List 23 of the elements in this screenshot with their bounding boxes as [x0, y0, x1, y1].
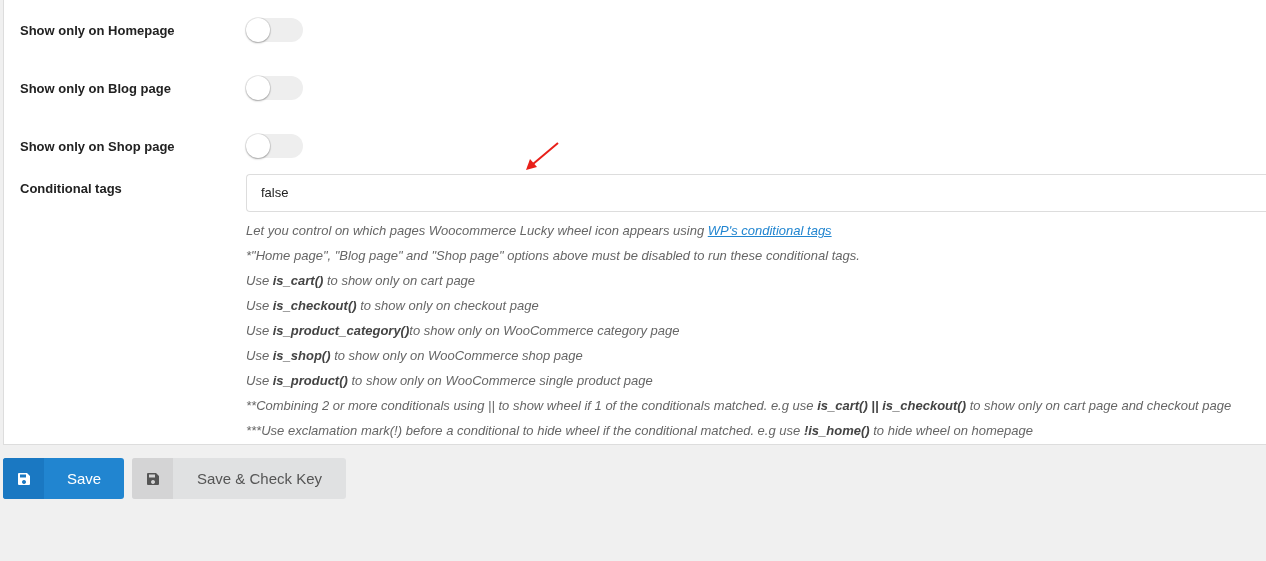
save-button[interactable]: Save & Check Key — [132, 458, 346, 499]
save-icon — [16, 471, 31, 486]
save-icon — [145, 471, 160, 486]
save-button[interactable]: Save — [3, 458, 124, 499]
setting-label: Show only on Homepage — [20, 22, 176, 38]
help-link[interactable]: WP's conditional tags — [707, 223, 832, 238]
setting-label: Show only on Blog page — [20, 80, 172, 96]
help-text: *"Home page", "Blog page" and "Shop page" options above must be disabled to run these conditional tags. — [246, 247, 861, 265]
setting-label: Show only on Shop page — [20, 138, 176, 154]
annotation-arrow — [524, 142, 560, 172]
setting-label: Conditional tags — [20, 180, 123, 196]
text-field[interactable]: false — [246, 174, 1266, 212]
toggle-switch[interactable] — [246, 134, 303, 158]
help-text: Use is_shop() to show only on WooCommerce shop page — [246, 347, 584, 365]
help-text: Use is_checkout() to show only on checkout page — [246, 297, 540, 315]
toggle-switch[interactable] — [246, 76, 303, 100]
help-text: Let you control on which pages Woocommerce Lucky wheel icon appears using WP's conditional tags — [246, 222, 833, 240]
help-text: Use is_product() to show only on WooCommerce single product page — [246, 372, 654, 390]
help-text: **Combining 2 or more conditionals using || to show wheel if 1 of the conditionals matched. e.g use is_cart() || is_checkout() to show only on cart page and checkout page — [246, 397, 1233, 415]
help-text: Use is_cart() to show only on cart page — [246, 272, 477, 290]
help-text: Use is_product_category()to show only on WooCommerce category page — [246, 322, 681, 340]
toggle-switch[interactable] — [246, 18, 303, 42]
help-text: ***Use exclamation mark(!) before a conditional to hide wheel if the conditional matched. e.g use !is_home() to hide wheel on homepage — [246, 422, 1034, 440]
